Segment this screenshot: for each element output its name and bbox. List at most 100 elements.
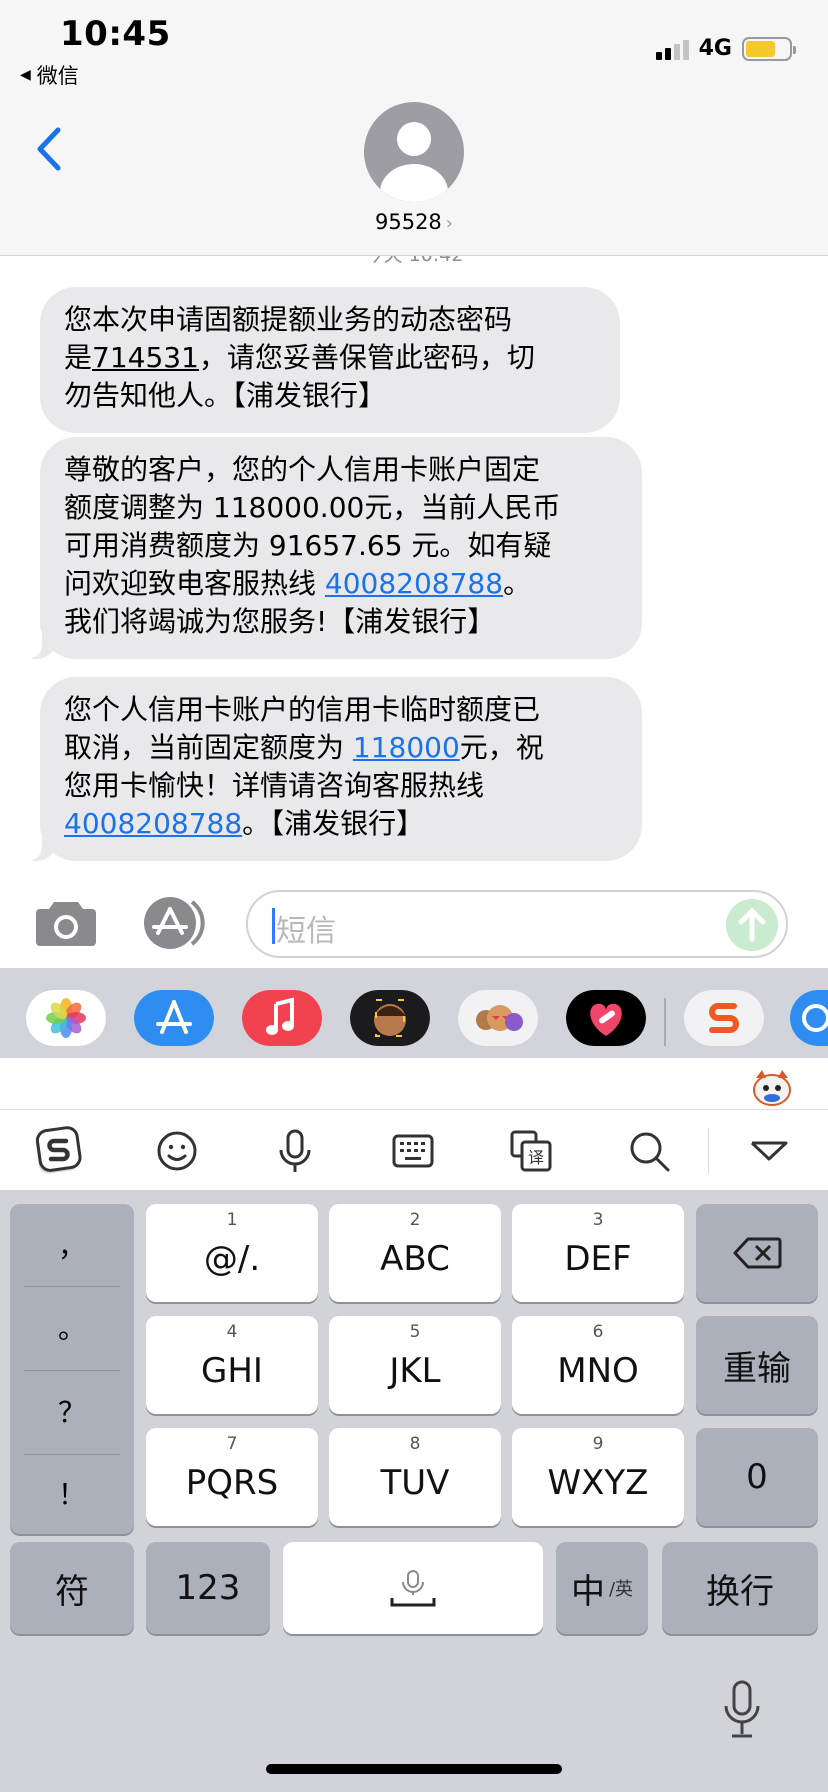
home-indicator[interactable] xyxy=(266,1764,562,1774)
dictation-mic-icon[interactable] xyxy=(722,1680,762,1740)
collapse-keyboard-icon[interactable] xyxy=(744,1126,794,1176)
heart-icon[interactable] xyxy=(566,990,646,1046)
message-link[interactable]: 118000 xyxy=(353,731,460,764)
candidate-bar xyxy=(0,1058,828,1110)
key-9[interactable]: 9 WXYZ xyxy=(512,1428,684,1526)
message-text: 您个人信用卡账户的信用卡临时额度已 xyxy=(64,693,541,726)
language-toggle-key[interactable]: 中 /英 xyxy=(556,1542,648,1634)
voice-input-icon[interactable] xyxy=(270,1126,320,1176)
message-line: 可用消费额度为 91657.65 元。如有疑 xyxy=(64,527,618,565)
lang-main-label: 中 xyxy=(570,1571,605,1612)
message-text: 问欢迎致电客服热线 xyxy=(64,567,325,600)
key-label: WXYZ xyxy=(547,1463,649,1503)
key-number: 7 xyxy=(226,1434,238,1454)
key-label: DEF xyxy=(564,1239,632,1279)
key-label: MNO xyxy=(557,1351,639,1391)
key-number: 8 xyxy=(409,1434,421,1454)
message-line: 取消，当前固定额度为 118000元，祝 xyxy=(64,729,618,767)
keyboard-layout-icon[interactable] xyxy=(388,1126,438,1176)
key-label: JKL xyxy=(389,1351,441,1391)
backspace-icon xyxy=(733,1237,782,1269)
sogou-icon[interactable] xyxy=(684,990,764,1046)
app-store-icon[interactable] xyxy=(134,990,214,1046)
animoji-icon[interactable] xyxy=(458,990,538,1046)
memoji-icon[interactable] xyxy=(350,990,430,1046)
key-number: 5 xyxy=(409,1322,421,1342)
punct-period-key[interactable]: 。 xyxy=(10,1286,134,1368)
key-number: 2 xyxy=(409,1210,421,1230)
key-label: PQRS xyxy=(185,1463,279,1503)
symbols-key[interactable]: 符 xyxy=(10,1542,134,1634)
message-text: 取消，当前固定额度为 xyxy=(64,731,353,764)
key-0[interactable]: 0 xyxy=(696,1428,818,1526)
space-key[interactable] xyxy=(283,1542,543,1634)
message-line: 您个人信用卡账户的信用卡临时额度已 xyxy=(64,691,618,729)
input-placeholder: 短信 xyxy=(276,914,336,949)
send-arrow-icon[interactable] xyxy=(726,899,778,951)
contact-avatar[interactable] xyxy=(364,102,464,202)
sogou-mascot-icon[interactable] xyxy=(752,1068,792,1106)
message-input[interactable]: 短信 xyxy=(246,890,788,958)
status-time: 10:45 xyxy=(60,14,171,54)
message-code[interactable]: 714531 xyxy=(92,341,199,374)
message-text: ，请您妥善保管此密码，切 xyxy=(198,341,535,374)
key-4[interactable]: 4 GHI xyxy=(146,1316,318,1414)
music-icon[interactable] xyxy=(242,990,322,1046)
message-bubble[interactable]: 您个人信用卡账户的信用卡临时额度已 取消，当前固定额度为 118000元，祝 您用卡… xyxy=(26,677,642,861)
search-icon[interactable] xyxy=(624,1126,674,1176)
lang-sub-label: /英 xyxy=(608,1579,634,1600)
key-label: ABC xyxy=(380,1239,450,1279)
message-text: 。【浦发银行】 xyxy=(242,807,425,840)
back-chevron-icon[interactable] xyxy=(32,126,66,172)
back-to-app[interactable]: ◀ 微信 xyxy=(20,60,79,90)
backspace-key[interactable] xyxy=(696,1204,818,1302)
key-label: @/. xyxy=(203,1239,261,1279)
key-5[interactable]: 5 JKL xyxy=(329,1316,501,1414)
key-3[interactable]: 3 DEF xyxy=(512,1204,684,1302)
photos-icon[interactable] xyxy=(26,990,106,1046)
message-text: 是 xyxy=(64,341,93,374)
sogou-logo-icon[interactable] xyxy=(34,1126,84,1176)
emoji-icon[interactable] xyxy=(152,1126,202,1176)
return-key[interactable]: 换行 xyxy=(662,1542,818,1634)
network-type: 4G xyxy=(698,36,732,61)
punct-question-key[interactable]: ？ xyxy=(10,1370,134,1452)
message-bubble[interactable]: 您本次申请固额提额业务的动态密码 是714531，请您妥善保管此密码，切勿告知他人… xyxy=(40,287,620,433)
app-store-button-icon[interactable] xyxy=(140,896,212,950)
message-text: 勿告知他人。【浦发银行】 xyxy=(64,379,387,412)
message-line: 尊敬的客户，您的个人信用卡账户固定 xyxy=(64,451,618,489)
key-8[interactable]: 8 TUV xyxy=(329,1428,501,1526)
key-2[interactable]: 2 ABC xyxy=(329,1204,501,1302)
message-text: 我们将竭诚为您服务!【浦发银行】 xyxy=(64,605,496,638)
punct-comma-key[interactable]: ， xyxy=(10,1204,134,1286)
cellular-signal-icon xyxy=(655,38,689,60)
key-number: 4 xyxy=(226,1322,238,1342)
more-apps-icon[interactable] xyxy=(790,990,828,1046)
retype-key[interactable]: 重输 xyxy=(696,1316,818,1414)
camera-icon[interactable] xyxy=(34,896,98,948)
numbers-key[interactable]: 123 xyxy=(146,1542,270,1634)
punct-exclaim-key[interactable]: ！ xyxy=(10,1452,134,1534)
key-label: 重输 xyxy=(723,1348,791,1389)
key-1[interactable]: 1 @/. xyxy=(146,1204,318,1302)
key-6[interactable]: 6 MNO xyxy=(512,1316,684,1414)
message-bubble[interactable]: 尊敬的客户，您的个人信用卡账户固定 额度调整为 118000.00元，当前人民币可… xyxy=(26,437,642,659)
message-text: 您本次申请固额提额业务的动态密码 xyxy=(64,303,513,336)
contact-name[interactable]: 95528 › xyxy=(0,210,828,234)
message-text: 。 xyxy=(503,567,532,600)
message-line: 勿告知他人。【浦发银行】 xyxy=(64,377,596,415)
keyboard-toolbar: 译 xyxy=(0,1110,828,1190)
back-app-label: 微信 xyxy=(36,64,79,88)
key-label: 换行 xyxy=(706,1571,774,1612)
text-caret xyxy=(272,908,275,944)
key-7[interactable]: 7 PQRS xyxy=(146,1428,318,1526)
message-link[interactable]: 4008208788 xyxy=(325,567,503,600)
message-text: 可用消费额度为 91657.65 元。如有疑 xyxy=(64,529,552,562)
message-link[interactable]: 4008208788 xyxy=(64,807,242,840)
translate-icon[interactable]: 译 xyxy=(506,1126,556,1176)
key-label: 0 xyxy=(746,1457,768,1497)
message-line: 4008208788。【浦发银行】 xyxy=(64,805,618,843)
toolbar-divider xyxy=(708,1128,709,1174)
key-number: 9 xyxy=(592,1434,604,1454)
key-number: 1 xyxy=(226,1210,238,1230)
